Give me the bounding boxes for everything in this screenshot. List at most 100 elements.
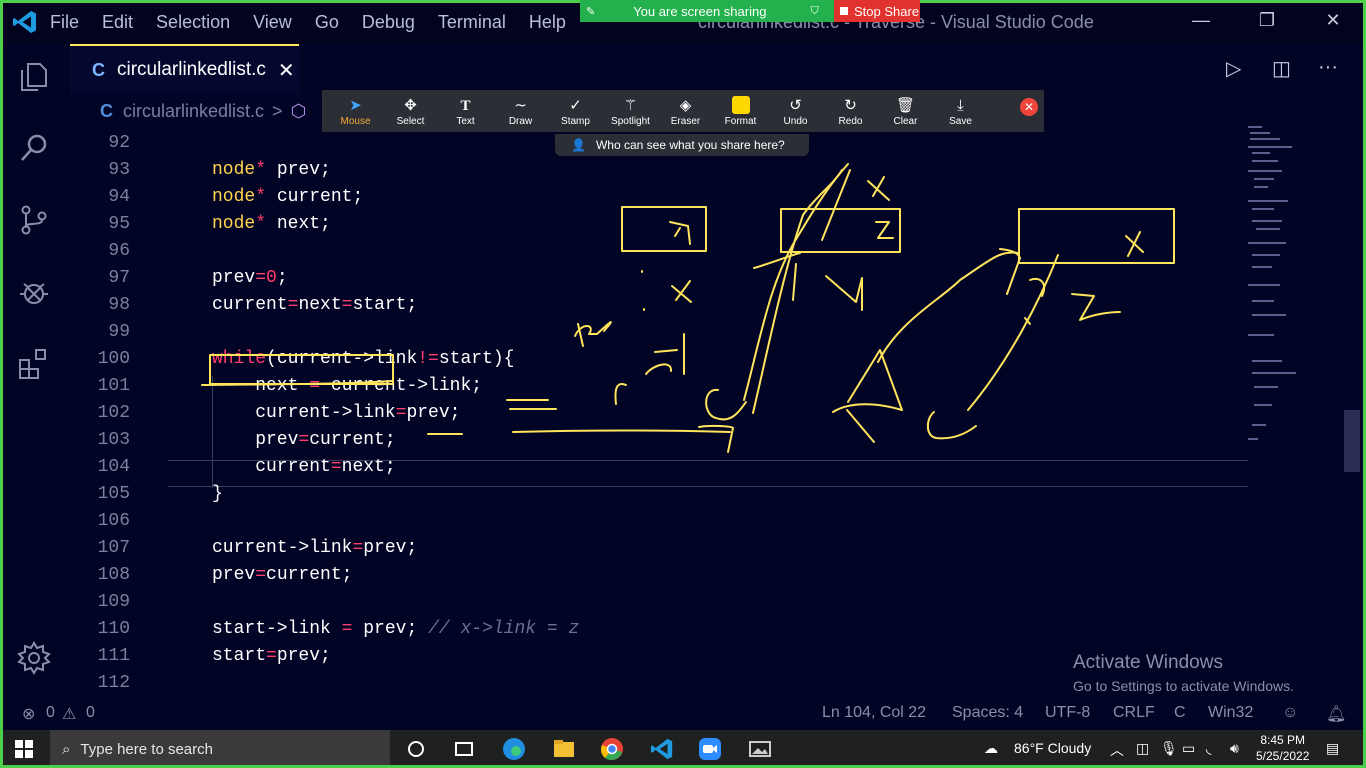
language-mode[interactable]: C [1174, 704, 1186, 722]
symbol-cube-icon[interactable]: ⬡ [291, 101, 307, 122]
line-endings[interactable]: CRLF [1113, 704, 1155, 722]
warning-count[interactable]: 0 [86, 704, 95, 722]
tool-text[interactable]: T Text [438, 90, 493, 132]
widgets-icon[interactable] [452, 737, 476, 761]
photos-app-icon[interactable] [748, 737, 772, 761]
pin-icon[interactable]: ✎ [586, 5, 595, 18]
tool-undo[interactable]: ↺ Undo [768, 90, 823, 132]
weather-cloud-icon[interactable]: ☁ [984, 740, 998, 757]
edge-browser-icon[interactable] [502, 737, 526, 761]
menu-terminal[interactable]: Terminal [438, 12, 506, 33]
tool-format[interactable]: Format [713, 90, 768, 132]
close-window-button[interactable]: ✕ [1318, 10, 1348, 31]
vscode-taskbar-icon[interactable] [650, 737, 674, 761]
weather-text[interactable]: 86°F Cloudy [1014, 740, 1091, 756]
code-text: next = current->link; [212, 373, 482, 400]
code-line[interactable]: 100 while(current->link!=start){ [68, 346, 1248, 373]
menu-debug[interactable]: Debug [362, 12, 415, 33]
menu-go[interactable]: Go [315, 12, 339, 33]
code-editor[interactable]: 92 93 node* prev; 94 node* current; 95 node* n… [68, 130, 1248, 696]
encoding[interactable]: UTF-8 [1045, 704, 1090, 722]
split-editor-icon[interactable]: ◫ [1272, 56, 1291, 81]
code-line[interactable]: 93 node* prev; [68, 157, 1248, 184]
tool-redo[interactable]: ↻ Redo [823, 90, 878, 132]
tool-mouse[interactable]: ➤ Mouse [328, 90, 383, 132]
tool-select[interactable]: ✥ Select [383, 90, 438, 132]
breadcrumb-file[interactable]: circularlinkedlist.c [123, 101, 264, 122]
platform[interactable]: Win32 [1208, 704, 1253, 722]
cursor-position[interactable]: Ln 104, Col 22 [822, 704, 926, 722]
code-line[interactable]: 105} [68, 481, 1248, 508]
file-explorer-icon[interactable] [552, 737, 576, 761]
zoom-app-icon[interactable] [698, 737, 722, 761]
tool-clear[interactable]: 🗑 Clear [878, 90, 933, 132]
restore-button[interactable]: ❐ [1252, 10, 1282, 31]
volume-icon[interactable]: 🔊︎ [1230, 740, 1239, 757]
microphone-icon[interactable]: 🎙︎ [1160, 740, 1178, 757]
code-line[interactable]: 102 current->link=prev; [68, 400, 1248, 427]
warning-icon[interactable]: ⚠ [62, 704, 76, 724]
task-view-icon[interactable] [404, 737, 428, 761]
line-number: 95 [108, 214, 130, 234]
code-line[interactable]: 107 current->link=prev; [68, 535, 1248, 562]
code-line[interactable]: 95 node* next; [68, 211, 1248, 238]
minimize-button[interactable]: — [1186, 10, 1216, 31]
code-line[interactable]: 97 prev=0; [68, 265, 1248, 292]
extensions-icon[interactable] [16, 346, 52, 382]
code-line[interactable]: 96 [68, 238, 1248, 265]
code-line[interactable]: 99 [68, 319, 1248, 346]
feedback-smiley-icon[interactable]: ☺ [1282, 704, 1298, 722]
battery-icon[interactable]: ▭ [1182, 740, 1195, 757]
notifications-bell-icon[interactable]: 🔔︎ [1326, 704, 1346, 724]
code-line[interactable]: 101 next = current->link; [68, 373, 1248, 400]
more-icon[interactable]: ··· [1318, 56, 1338, 79]
taskbar-search-box[interactable]: ⌕ Type here to search [50, 730, 390, 768]
clock[interactable]: 8:45 PM 5/25/2022 [1256, 732, 1309, 764]
menu-help[interactable]: Help [529, 12, 566, 33]
error-count[interactable]: 0 [46, 704, 55, 722]
stop-share-button[interactable]: Stop Share [834, 0, 920, 22]
code-line[interactable]: 103 prev=current; [68, 427, 1248, 454]
code-line[interactable]: 112 [68, 670, 1248, 696]
meet-now-icon[interactable]: ◫ [1136, 740, 1149, 757]
error-icon[interactable]: ⊗ [22, 704, 35, 724]
tool-stamp[interactable]: ✓ Stamp [548, 90, 603, 132]
chrome-icon[interactable] [600, 737, 624, 761]
tab-close-icon[interactable]: ✕ [278, 58, 295, 83]
notification-center-icon[interactable]: ▤ [1326, 740, 1339, 757]
who-can-see-button[interactable]: 👤 Who can see what you share here? [555, 134, 809, 156]
indentation[interactable]: Spaces: 4 [952, 704, 1023, 722]
save-download-icon: ⤓ [957, 97, 964, 114]
code-line[interactable]: 109 [68, 589, 1248, 616]
code-line[interactable]: 110 start->link = prev; // x->link = z [68, 616, 1248, 643]
windows-start-icon[interactable] [15, 740, 33, 758]
code-line[interactable]: 111 start=prev; [68, 643, 1248, 670]
code-line[interactable]: 104 current=next; [68, 454, 1248, 481]
menu-file[interactable]: File [50, 12, 79, 33]
code-line[interactable]: 108 prev=current; [68, 562, 1248, 589]
line-number: 102 [97, 403, 130, 423]
wifi-icon[interactable]: ◟ [1206, 740, 1211, 757]
minimap[interactable] [1248, 124, 1344, 454]
tool-draw[interactable]: ∼ Draw [493, 90, 548, 132]
source-control-icon[interactable] [16, 202, 52, 238]
tab-circularlinkedlist[interactable]: C circularlinkedlist.c ✕ [70, 44, 299, 94]
show-hidden-icons-icon[interactable]: ︿ [1110, 740, 1124, 760]
run-icon[interactable]: ▷ [1226, 56, 1241, 81]
menu-edit[interactable]: Edit [102, 12, 133, 33]
tool-eraser[interactable]: ◈ Eraser [658, 90, 713, 132]
vertical-scrollbar[interactable] [1344, 410, 1360, 472]
line-number: 109 [97, 592, 130, 612]
code-line[interactable]: 106 [68, 508, 1248, 535]
code-line[interactable]: 94 node* current; [68, 184, 1248, 211]
tool-spotlight[interactable]: ⚚ Spotlight [603, 90, 658, 132]
debug-icon[interactable] [16, 274, 52, 310]
close-toolbar-icon[interactable]: ✕ [1020, 98, 1038, 116]
menu-view[interactable]: View [253, 12, 292, 33]
tool-save[interactable]: ⤓ Save [933, 90, 988, 132]
explorer-icon[interactable] [16, 58, 52, 94]
settings-gear-icon[interactable] [16, 640, 52, 676]
code-line[interactable]: 98 current=next=start; [68, 292, 1248, 319]
menu-selection[interactable]: Selection [156, 12, 230, 33]
search-icon[interactable] [16, 130, 52, 166]
